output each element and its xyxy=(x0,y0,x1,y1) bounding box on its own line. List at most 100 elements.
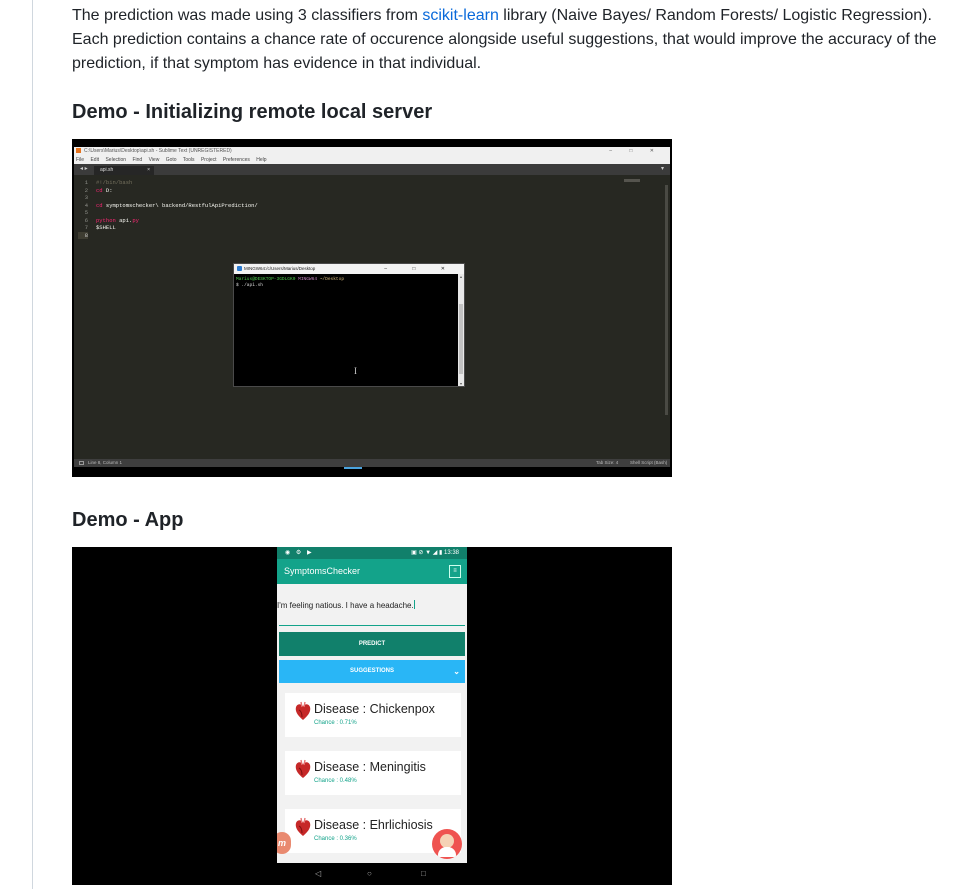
symptoms-input-text: I'm feeling natious. I have a headache. xyxy=(277,601,414,610)
menu-selection: Selection xyxy=(105,157,127,163)
line-number: 1 xyxy=(84,179,88,186)
terminal-prompt-env: MINGW64 xyxy=(298,277,318,282)
doctor-avatar-icon xyxy=(432,829,462,859)
terminal-scroll-thumb xyxy=(459,304,463,374)
suggestions-label: SUGGESTIONS xyxy=(349,668,394,674)
demo-app-heading: Demo - App xyxy=(72,509,184,531)
doctor-coat xyxy=(438,847,456,857)
line-number-current: 8 xyxy=(78,231,88,239)
intro-text-start: The prediction was made using 3 classifi… xyxy=(72,7,423,24)
tab-dropdown-icon: ▾ xyxy=(660,166,664,172)
chevron-down-icon: ⌄ xyxy=(453,667,460,676)
menu-find: Find xyxy=(132,157,143,163)
home-icon: ○ xyxy=(367,869,372,878)
sublime-icon xyxy=(76,148,81,153)
status-position: Line 8, Column 1 xyxy=(88,460,123,465)
code-text: symptomschecker\ backend/RestfulApiPredi… xyxy=(102,201,258,209)
menu-tools: Tools xyxy=(182,157,195,163)
code-keyword: cd xyxy=(96,186,103,194)
menu-view: View xyxy=(148,157,160,163)
line-number: 3 xyxy=(84,194,88,201)
editor-scrollbar xyxy=(665,185,668,415)
terminal-command: $ ./api.sh xyxy=(236,283,264,288)
app-demo-image: ◉ ⚙ ▶ ▣ ⊘ ▼ ◢ ▮ 13:38 SymptomsChecker ≡ … xyxy=(72,547,672,885)
app-logo-badge: m xyxy=(277,832,291,854)
code-line-shell: $SHELL xyxy=(96,224,116,231)
android-navbar: ◁ ○ □ xyxy=(277,863,467,885)
disease-chance: Chance : 0.36% xyxy=(314,836,357,842)
code-keyword: cd xyxy=(96,201,103,209)
recents-icon: □ xyxy=(421,869,426,878)
line-gutter: 1 2 3 4 5 6 7 8 xyxy=(78,179,88,239)
editor-menubar: File Edit Selection Find View Goto Tools… xyxy=(74,156,670,164)
status-syntax: Shell Script (Bash) xyxy=(630,460,668,465)
menu-edit: Edit xyxy=(90,157,100,163)
code-text: D: xyxy=(102,186,113,194)
editor-tab-label: api.sh xyxy=(100,167,114,173)
line-number: 4 xyxy=(84,201,88,209)
disease-name: Disease : Chickenpox xyxy=(314,702,435,716)
back-icon: ◁ xyxy=(315,869,322,878)
editor-statusbar: Line 8, Column 1 Tab Size: 4 Shell Scrip… xyxy=(74,459,670,467)
menu-help: Help xyxy=(256,157,267,163)
code-line-python: python api.py xyxy=(96,217,258,225)
terminal-titlebar: MINGW64:/c/Users/Marius/Desktop – □ ✕ xyxy=(234,264,464,274)
scroll-down-icon: ▾ xyxy=(459,381,462,386)
result-card: Disease : Chickenpox Chance : 0.71% xyxy=(285,693,461,737)
notification-icons: ◉ ⚙ ▶ xyxy=(285,550,314,556)
code-keyword: py xyxy=(132,216,139,224)
terminal-prompt-user: Marius@DESKTOP-3GDLGK0 xyxy=(236,277,296,282)
status-icons-clock: ▣ ⊘ ▼ ◢ ▮ 13:38 xyxy=(411,550,459,556)
line-number: 5 xyxy=(84,209,88,216)
content-left-border xyxy=(32,0,33,889)
heart-icon xyxy=(295,701,311,720)
symptoms-input: I'm feeling natious. I have a headache. xyxy=(277,600,465,612)
menu-goto: Goto xyxy=(165,157,177,163)
app-title: SymptomsChecker xyxy=(284,566,361,576)
taskbar-indicator xyxy=(344,467,362,469)
terminal-window-controls: – □ ✕ xyxy=(384,266,457,272)
tab-close-icon: × xyxy=(147,167,150,173)
tab-arrows-icon: ◂ ▸ xyxy=(80,166,88,172)
terminal-scrollbar: ▴ ▾ xyxy=(458,274,464,386)
heart-icon xyxy=(295,817,311,836)
editor-tab: api.sh × xyxy=(94,166,154,175)
line-number: 2 xyxy=(84,186,88,194)
panel-toggle-icon xyxy=(79,461,84,465)
intro-paragraph: The prediction was made using 3 classifi… xyxy=(72,4,952,76)
editor-title: C:\Users\Marius\Desktop\api.sh - Sublime… xyxy=(84,148,232,154)
server-demo-image: C:\Users\Marius\Desktop\api.sh - Sublime… xyxy=(72,139,672,477)
terminal-window: MINGW64:/c/Users/Marius/Desktop – □ ✕ Ma… xyxy=(233,263,465,387)
editor-minimap xyxy=(624,179,640,182)
suggestions-button: SUGGESTIONS ⌄ xyxy=(279,660,465,683)
line-number: 6 xyxy=(84,216,88,224)
menu-preferences: Preferences xyxy=(222,157,250,163)
terminal-output: Marius@DESKTOP-3GDLGK0 MINGW64 ~/Desktop… xyxy=(236,277,344,289)
demo-server-heading: Demo - Initializing remote local server xyxy=(72,101,433,123)
result-card: Disease : Meningitis Chance : 0.48% xyxy=(285,751,461,795)
mingw-icon xyxy=(237,266,242,271)
doctor-face xyxy=(440,834,454,848)
disease-chance: Chance : 0.48% xyxy=(314,778,357,784)
editor-window-controls: – □ ✕ xyxy=(609,148,662,154)
heart-icon xyxy=(295,759,311,778)
code-area: #!/bin/bashcd D:​cd symptomschecker\ bac… xyxy=(96,179,258,232)
app-toolbar: SymptomsChecker ≡ xyxy=(277,559,467,584)
menu-file: File xyxy=(76,157,85,163)
code-text: api. xyxy=(115,216,133,224)
editor-titlebar: C:\Users\Marius\Desktop\api.sh - Sublime… xyxy=(74,147,670,156)
predict-button: PREDICT xyxy=(279,632,465,656)
phone-screen: ◉ ⚙ ▶ ▣ ⊘ ▼ ◢ ▮ 13:38 SymptomsChecker ≡ … xyxy=(277,547,467,885)
text-cursor-icon: I xyxy=(354,366,357,376)
input-underline xyxy=(279,625,465,626)
scroll-up-icon: ▴ xyxy=(459,274,462,279)
terminal-prompt-path: ~/Desktop xyxy=(319,277,345,282)
code-line-cd-drive: cd D: xyxy=(96,187,258,195)
line-number: 7 xyxy=(84,224,88,231)
code-keyword: python xyxy=(96,216,116,224)
android-statusbar: ◉ ⚙ ▶ ▣ ⊘ ▼ ◢ ▮ 13:38 xyxy=(277,547,467,559)
editor-tabbar: ◂ ▸ api.sh × ▾ xyxy=(74,164,670,175)
scikit-learn-link[interactable]: scikit-learn xyxy=(422,7,498,24)
code-line-shebang: #!/bin/bash xyxy=(96,179,133,186)
code-line-cd-path: cd symptomschecker\ backend/RestfulApiPr… xyxy=(96,202,258,210)
